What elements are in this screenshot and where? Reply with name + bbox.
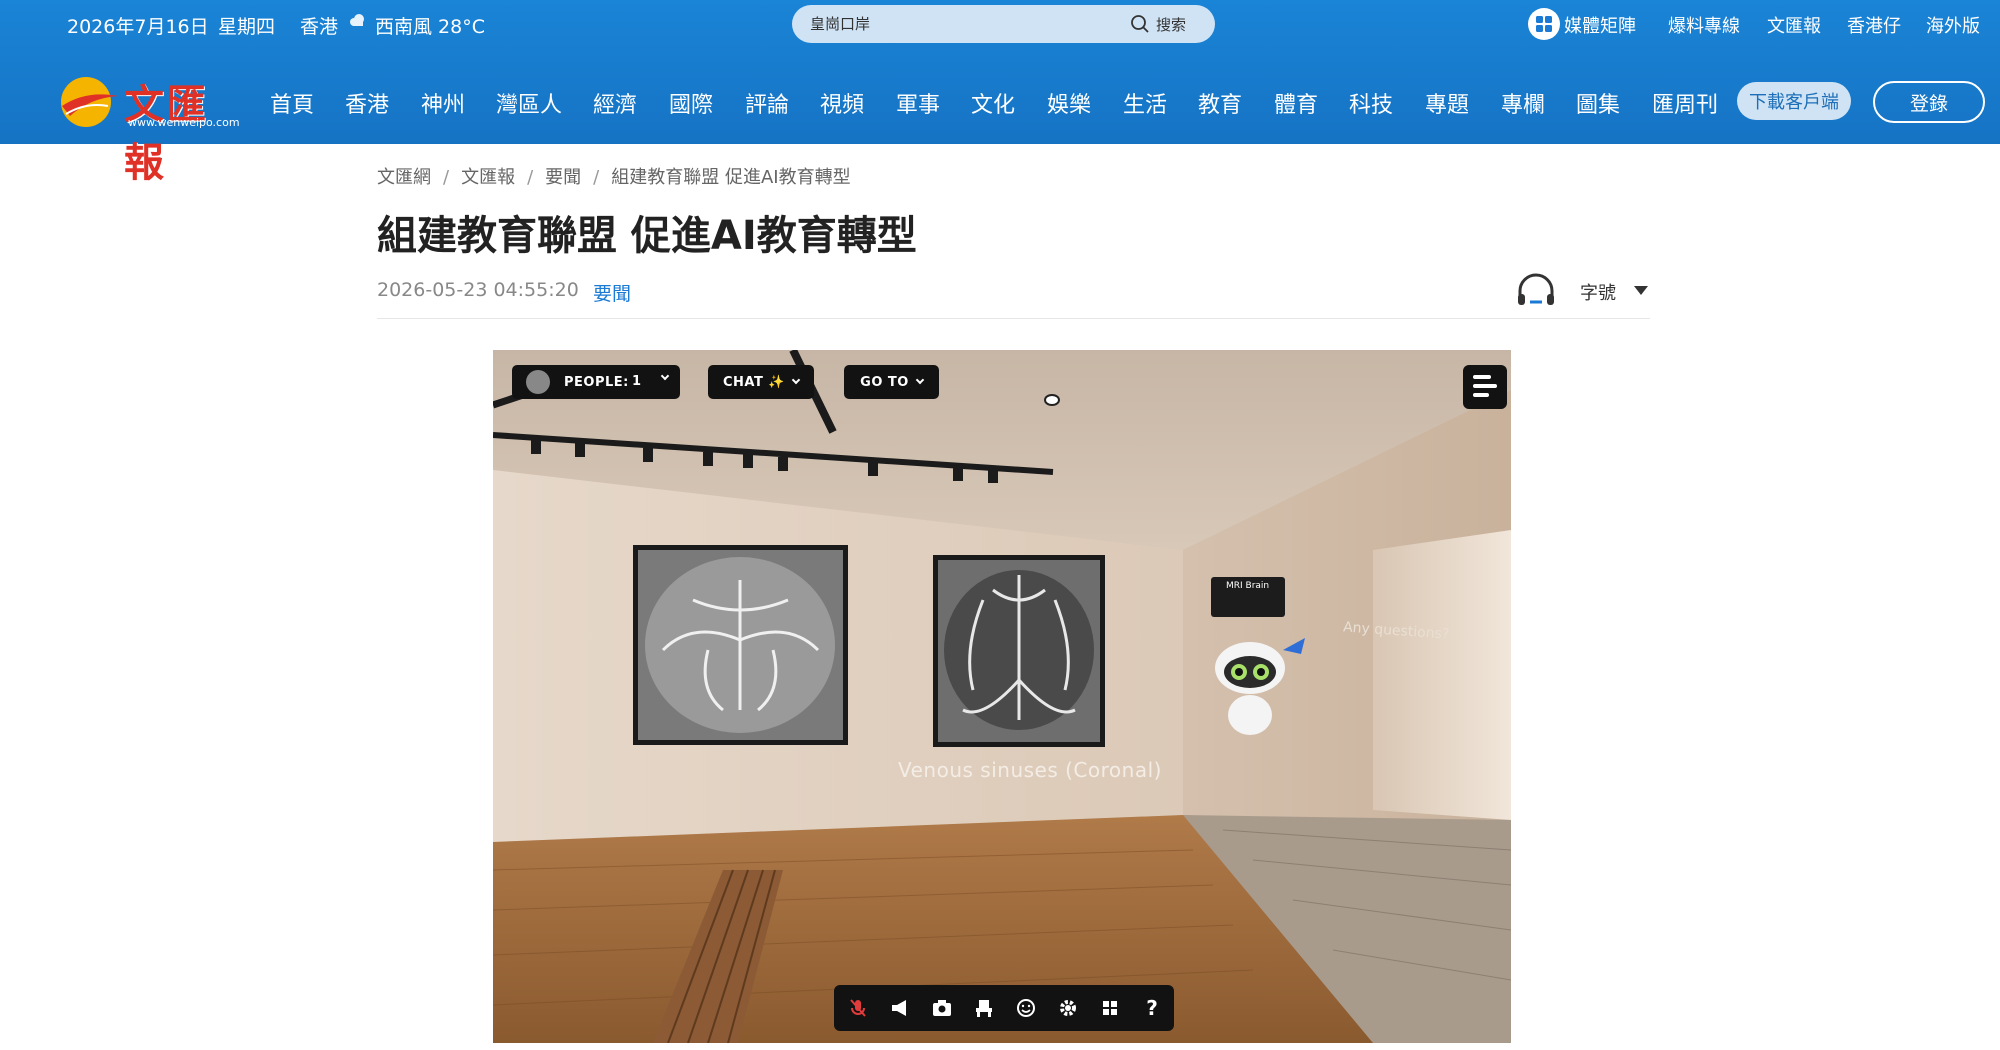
search-button-label: 搜索: [1156, 15, 1187, 34]
nav-weekly[interactable]: 匯周刊: [1652, 87, 1718, 119]
chat-label: CHAT ✨: [722, 374, 786, 390]
breadcrumb-item[interactable]: 文匯報: [461, 167, 515, 188]
logo-emblem-icon: [61, 77, 118, 127]
headphones-icon: [1518, 273, 1554, 305]
nav-specials[interactable]: 專題: [1425, 87, 1469, 119]
grid-icon[interactable]: [1094, 992, 1126, 1024]
top-link-media-matrix[interactable]: 媒體矩陣: [1564, 12, 1636, 38]
people-count: 1: [632, 374, 642, 389]
menu-icon[interactable]: [1463, 365, 1507, 409]
camera-icon[interactable]: [926, 992, 958, 1024]
nav-economy[interactable]: 經濟: [593, 87, 637, 119]
nav-video[interactable]: 視頻: [820, 87, 864, 119]
gallery-scene-graphic: [493, 350, 1511, 1043]
exhibit-caption: Venous sinuses (Coronal): [898, 758, 1162, 782]
nav-commentary[interactable]: 評論: [745, 87, 789, 119]
megaphone-icon[interactable]: [884, 992, 916, 1024]
mri-info-board[interactable]: MRI Brain: [1211, 577, 1285, 617]
nav-home[interactable]: 首頁: [270, 87, 314, 119]
site-logo[interactable]: 文匯報 www.wenweipo.com: [56, 72, 248, 186]
nav-lifestyle[interactable]: 生活: [1123, 87, 1167, 119]
seat-icon[interactable]: [968, 992, 1000, 1024]
login-button[interactable]: 登錄: [1873, 81, 1985, 123]
weather-text: 西南風 28°C: [375, 16, 485, 38]
chevron-down-icon: [915, 375, 925, 385]
download-app-button[interactable]: 下載客戶端: [1737, 82, 1851, 120]
nav-columns[interactable]: 專欄: [1501, 87, 1545, 119]
chevron-down-icon: [791, 375, 801, 385]
nav-bayarea[interactable]: 灣區人: [496, 87, 562, 119]
chevron-down-icon[interactable]: [1634, 286, 1648, 295]
goto-dropdown[interactable]: GO TO: [844, 365, 939, 399]
article-image-virtual-gallery: PEOPLE: 1 CHAT ✨ GO TO MRI Brain Any que…: [493, 350, 1511, 1043]
weather-city: 香港: [300, 16, 339, 38]
logo-url: www.wenweipo.com: [128, 116, 240, 129]
search-input[interactable]: [810, 5, 1110, 43]
nav-gallery[interactable]: 圖集: [1576, 87, 1620, 119]
nav-technology[interactable]: 科技: [1349, 87, 1393, 119]
breadcrumb: 文匯網 / 文匯報 / 要聞 / 組建教育聯盟 促進AI教育轉型: [377, 167, 851, 188]
media-matrix-icon: [1528, 8, 1560, 40]
search-icon: [1131, 15, 1149, 33]
nav-culture[interactable]: 文化: [971, 87, 1015, 119]
current-date: 2026年7月16日: [67, 16, 209, 38]
top-link-overseas[interactable]: 海外版: [1926, 12, 1980, 38]
people-label: PEOPLE:: [564, 374, 629, 390]
nav-military[interactable]: 軍事: [896, 87, 940, 119]
cloud-icon: [350, 14, 364, 26]
logo-text: 文匯報: [124, 81, 208, 186]
search-box: 搜索: [792, 5, 1215, 43]
breadcrumb-item[interactable]: 要聞: [545, 167, 581, 188]
breadcrumb-current[interactable]: 組建教育聯盟 促進AI教育轉型: [611, 167, 850, 188]
vr-toolbar: ?: [834, 985, 1174, 1031]
nav-entertainment[interactable]: 娛樂: [1047, 87, 1091, 119]
svg-text:?: ?: [1146, 996, 1158, 1020]
site-header: 2026年7月16日 星期四 香港 西南風 28°C 搜索 媒體矩陣: [0, 0, 2000, 186]
help-icon[interactable]: ?: [1136, 992, 1168, 1024]
font-size-button[interactable]: 字號: [1580, 279, 1616, 305]
publish-time: 2026-05-23 04:55:20: [377, 279, 579, 301]
emoji-icon[interactable]: [1010, 992, 1042, 1024]
nav-international[interactable]: 國際: [669, 87, 713, 119]
listen-audio-button[interactable]: [1515, 272, 1557, 308]
nav-shenzhou[interactable]: 神州: [421, 87, 465, 119]
chat-dropdown[interactable]: CHAT ✨: [708, 365, 814, 399]
chevron-down-icon: [660, 371, 670, 381]
nav-education[interactable]: 教育: [1198, 87, 1242, 119]
search-button[interactable]: 搜索: [1130, 5, 1186, 43]
people-dropdown[interactable]: PEOPLE: 1: [512, 365, 680, 399]
article-title: 組建教育聯盟 促進AI教育轉型: [377, 213, 917, 259]
top-link-tipoff[interactable]: 爆料專線: [1668, 12, 1740, 38]
top-link-hongkongzai[interactable]: 香港仔: [1847, 12, 1901, 38]
divider: [377, 318, 1650, 319]
mri-board-label: MRI Brain: [1226, 581, 1270, 591]
breadcrumb-item[interactable]: 文匯網: [377, 167, 431, 188]
goto-label: GO TO: [860, 374, 909, 390]
nav-hongkong[interactable]: 香港: [345, 87, 389, 119]
current-weekday: 星期四: [218, 16, 276, 38]
top-bar: 2026年7月16日 星期四 香港 西南風 28°C 搜索 媒體矩陣: [0, 0, 2000, 48]
top-link-wenweipo[interactable]: 文匯報: [1767, 12, 1821, 38]
settings-icon[interactable]: [1052, 992, 1084, 1024]
article-category-link[interactable]: 要聞: [593, 279, 631, 306]
mic-muted-icon[interactable]: [842, 992, 874, 1024]
nav-sports[interactable]: 體育: [1274, 87, 1318, 119]
user-avatar-icon: [526, 370, 550, 394]
